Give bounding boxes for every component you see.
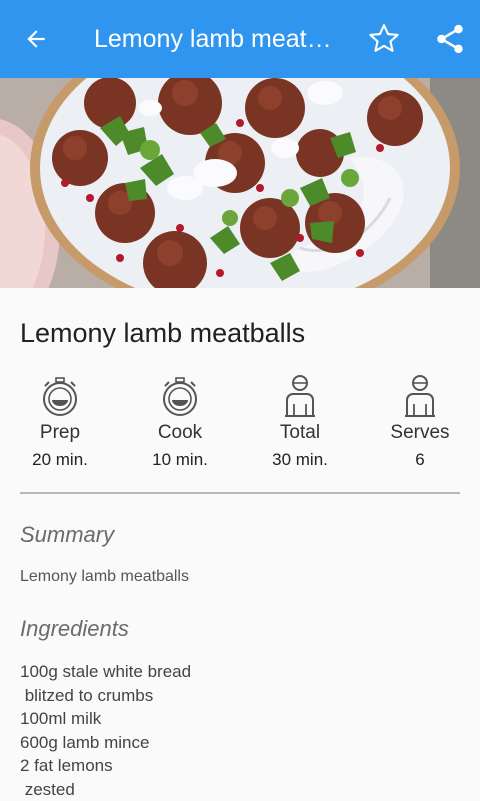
- back-button[interactable]: [18, 21, 54, 57]
- app-bar: Lemony lamb meatballs: [0, 0, 480, 78]
- summary-heading: Summary: [20, 522, 114, 548]
- star-outline-icon: [366, 21, 402, 57]
- person-icon: [250, 372, 350, 418]
- recipe-title: Lemony lamb meatballs: [20, 318, 305, 349]
- stat-label: Cook: [130, 422, 230, 444]
- ingredient-line: 600g lamb mince: [20, 731, 191, 755]
- person-icon: [370, 372, 470, 418]
- timer-icon: [130, 372, 230, 418]
- stat-value: 20 min.: [10, 450, 110, 470]
- stat-value: 10 min.: [130, 450, 230, 470]
- ingredient-line: 2 fat lemons: [20, 754, 191, 778]
- stat-prep: Prep 20 min.: [10, 372, 110, 470]
- stat-label: Total: [250, 422, 350, 444]
- ingredients-list: 100g stale white bread blitzed to crumbs…: [20, 660, 191, 801]
- app-bar-title: Lemony lamb meatballs: [94, 25, 338, 54]
- arrow-back-icon: [23, 26, 49, 52]
- ingredients-heading: Ingredients: [20, 616, 129, 642]
- recipe-content: Lemony lamb meatballs Prep 20 min.: [0, 288, 480, 800]
- share-icon: [433, 22, 467, 56]
- stat-value: 30 min.: [250, 450, 350, 470]
- ingredient-line: 100ml milk: [20, 707, 191, 731]
- ingredient-line: blitzed to crumbs: [20, 684, 191, 708]
- ingredient-line: zested: [20, 778, 191, 801]
- stat-serves: Serves 6: [370, 372, 470, 470]
- recipe-photo: [0, 78, 480, 288]
- stat-cook: Cook 10 min.: [130, 372, 230, 470]
- ingredient-line: 100g stale white bread: [20, 660, 191, 684]
- stat-label: Prep: [10, 422, 110, 444]
- favorite-button[interactable]: [364, 19, 404, 59]
- stat-label: Serves: [370, 422, 470, 444]
- stat-total: Total 30 min.: [250, 372, 350, 470]
- section-divider: [20, 492, 460, 494]
- share-button[interactable]: [430, 19, 470, 59]
- stat-value: 6: [370, 450, 470, 470]
- recipe-stats: Prep 20 min. Cook 10 min.: [0, 372, 480, 472]
- timer-icon: [10, 372, 110, 418]
- summary-text: Lemony lamb meatballs: [20, 568, 189, 586]
